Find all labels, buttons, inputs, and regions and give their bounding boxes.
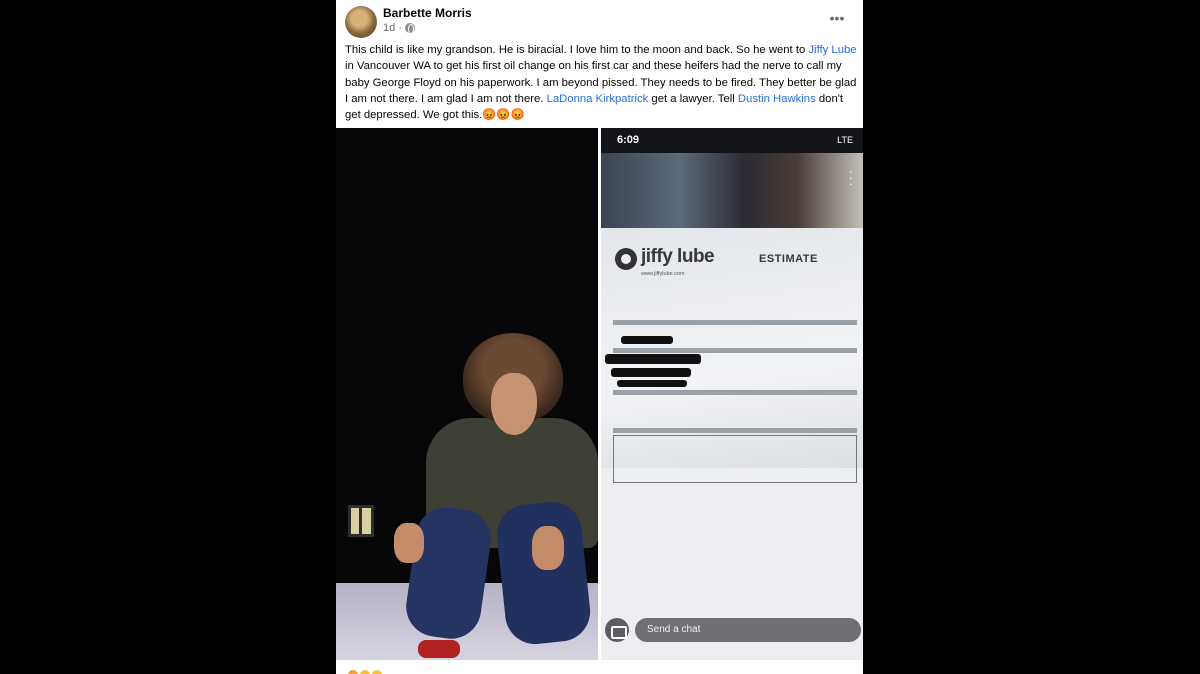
receipt: jiffy lube ESTIMATE www.jiffylube.com	[601, 228, 863, 660]
receipt-totals-box	[613, 435, 857, 483]
angry-emojis: 😡😡😡	[482, 109, 525, 122]
photo-receipt-screenshot[interactable]: 6:09 LTE · · · jiffy lube ESTIMATE www.jif…	[601, 128, 863, 660]
phone-status-bar: 6:09 LTE	[601, 134, 863, 150]
globe-icon	[404, 23, 415, 34]
author-name[interactable]: Barbette Morris	[383, 6, 472, 20]
ladonna-kirkpatrick-link[interactable]: LaDonna Kirkpatrick	[547, 93, 649, 105]
snap-menu-icon[interactable]: · · ·	[848, 164, 853, 190]
snapchat-reply-bar: Send a chat	[605, 618, 861, 642]
post-meta: 1d ·	[383, 22, 415, 34]
receipt-section-bar	[613, 390, 857, 395]
post-time[interactable]: 1d	[383, 22, 395, 34]
shoe	[418, 640, 460, 658]
background-objects	[601, 153, 863, 233]
send-chat-input[interactable]: Send a chat	[635, 618, 861, 642]
dustin-hawkins-link[interactable]: Dustin Hawkins	[738, 93, 816, 105]
more-options-icon[interactable]: •••	[827, 8, 847, 28]
window-light	[348, 505, 374, 537]
author-avatar[interactable]	[345, 6, 377, 38]
jiffy-lube-logo-icon	[615, 248, 637, 270]
face	[491, 373, 537, 435]
jiffy-lube-link[interactable]: Jiffy Lube	[808, 44, 856, 56]
receipt-doc-type: ESTIMATE	[759, 253, 818, 265]
post-body-text: This child is like my grandson. He is bi…	[345, 44, 857, 122]
receipt-section-bar	[613, 348, 857, 353]
facebook-post: Barbette Morris 1d · ••• This child is l…	[336, 0, 863, 674]
jeans-right	[493, 498, 594, 648]
receipt-section-bar	[613, 428, 857, 433]
redaction-mark	[611, 368, 691, 377]
redaction-mark	[605, 354, 701, 364]
reaction-icon[interactable]	[372, 670, 382, 674]
status-network: LTE	[837, 135, 853, 145]
status-time: 6:09	[617, 134, 640, 146]
redaction-mark	[617, 380, 687, 387]
camera-icon[interactable]	[605, 618, 629, 642]
post-header: Barbette Morris 1d · •••	[336, 0, 863, 42]
hand-left	[394, 523, 424, 563]
reactions-row	[336, 660, 863, 674]
receipt-url: www.jiffylube.com	[641, 271, 685, 277]
reaction-icon[interactable]	[348, 670, 358, 674]
receipt-brand: jiffy lube	[641, 246, 715, 267]
photo-young-man[interactable]	[336, 128, 598, 660]
receipt-section-bar	[613, 320, 857, 325]
redaction-mark	[621, 336, 673, 344]
hand-right	[532, 526, 564, 570]
reaction-icon[interactable]	[360, 670, 370, 674]
